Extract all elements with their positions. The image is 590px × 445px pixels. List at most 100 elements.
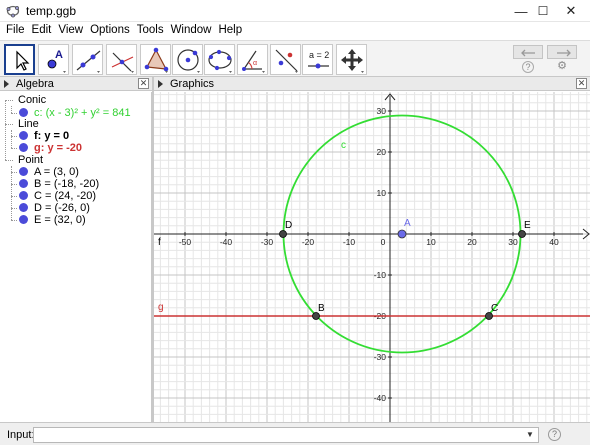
menu-options[interactable]: Options (87, 22, 134, 40)
graphics-view[interactable]: -50 -40 -30 -20 -10 0 10 20 30 40 302010-10-20-30… (154, 92, 590, 422)
algebra-view-title: Algebra (16, 78, 54, 90)
slider-tool-button[interactable]: a = 2 (302, 44, 333, 75)
menu-file[interactable]: File (3, 22, 29, 40)
menu-tools[interactable]: Tools (134, 22, 168, 40)
group-label-line[interactable]: Line (18, 118, 39, 130)
x-tick-label: -20 (302, 237, 315, 247)
perpendicular-line-tool-button[interactable] (106, 44, 137, 75)
visibility-toggle-g[interactable] (19, 143, 28, 152)
x-tick-label: 10 (426, 237, 436, 247)
window-title: temp.ggb (26, 4, 77, 18)
line-f-label: f (158, 237, 161, 248)
title-bar: temp.ggb — ☐ ✕ (0, 0, 590, 22)
angle-tool-button[interactable]: α (237, 44, 268, 75)
input-label: Input: (7, 429, 35, 441)
visibility-toggle-C[interactable] (19, 191, 28, 200)
conic-c-label: c (341, 140, 346, 151)
algebra-item-conic-c[interactable]: c: (x - 3)² + y² = 841 (34, 107, 131, 119)
toolbar: A α a = 2 ? ⚙ (0, 40, 590, 77)
y-tick-label: 10 (377, 188, 387, 198)
point-E-label: E (524, 220, 531, 231)
input-bar: Input: ▼ ? (0, 422, 590, 445)
angle-icon: α (242, 50, 265, 73)
y-tick-label: 20 (377, 147, 387, 157)
x-tick-label: -30 (261, 237, 274, 247)
line-icon (76, 50, 101, 73)
algebra-expand-triangle-icon[interactable] (4, 80, 9, 88)
algebra-view: Conic c: (x - 3)² + y² = 841 Line f: y =… (0, 92, 152, 422)
graphics-view-title: Graphics (170, 78, 215, 90)
point-A[interactable] (397, 229, 407, 239)
geogebra-app-icon (6, 5, 20, 18)
algebra-item-point-E[interactable]: E = (32, 0) (34, 214, 86, 226)
visibility-toggle-D[interactable] (19, 203, 28, 212)
algebra-item-point-B[interactable]: B = (-18, -20) (34, 178, 99, 190)
y-tick-label: 30 (377, 106, 387, 116)
y-tick-label: -40 (374, 393, 387, 403)
x-tick-label: 20 (467, 237, 477, 247)
menu-view[interactable]: View (55, 22, 87, 40)
algebra-item-line-g[interactable]: g: y = -20 (34, 142, 82, 154)
close-window-button[interactable]: ✕ (548, 0, 590, 22)
graphics-expand-triangle-icon[interactable] (158, 80, 163, 88)
line-tool-button[interactable] (72, 44, 103, 75)
algebra-item-point-C[interactable]: C = (24, -20) (34, 190, 96, 202)
help-icon[interactable]: ? (522, 61, 534, 73)
algebra-view-header: Algebra ✕ (0, 77, 152, 91)
algebra-item-point-A[interactable]: A = (3, 0) (34, 166, 79, 178)
settings-gear-icon[interactable]: ⚙ (556, 61, 568, 73)
point-B-label: B (318, 303, 325, 314)
input-history-dropdown-icon[interactable]: ▼ (526, 430, 534, 439)
graphics-close-icon[interactable]: ✕ (576, 78, 587, 89)
algebra-item-line-f[interactable]: f: y = 0 (34, 130, 69, 142)
point-D[interactable] (279, 230, 287, 238)
group-label-point[interactable]: Point (18, 154, 43, 166)
point-tool-button[interactable]: A (38, 44, 69, 75)
visibility-toggle-f[interactable] (19, 131, 28, 140)
slider-icon: a = 2 (308, 50, 329, 69)
cursor-arrow-icon (16, 50, 30, 71)
reflect-tool-button[interactable] (270, 44, 301, 75)
undo-icon (521, 49, 535, 57)
x-tick-label: 40 (549, 237, 559, 247)
move-tool-button[interactable] (4, 44, 35, 75)
algebra-close-icon[interactable]: ✕ (138, 78, 149, 89)
line-g-label: g (158, 302, 164, 313)
input-help-icon[interactable]: ? (548, 428, 561, 441)
visibility-toggle-E[interactable] (19, 215, 28, 224)
x-tick-label: 30 (508, 237, 518, 247)
point-C-label: C (491, 303, 498, 314)
input-field[interactable] (33, 427, 539, 443)
undo-button[interactable] (513, 45, 543, 59)
algebra-item-point-D[interactable]: D = (-26, 0) (34, 202, 90, 214)
slider-tool-text: a = 2 (309, 50, 329, 60)
point-E[interactable] (518, 230, 526, 238)
visibility-toggle-A[interactable] (19, 167, 28, 176)
y-tick-label: -10 (374, 270, 387, 280)
circle-center-icon (177, 49, 200, 73)
menu-window[interactable]: Window (168, 22, 216, 40)
menu-help[interactable]: Help (215, 22, 246, 40)
perpendicular-line-icon (111, 52, 134, 73)
svg-text:α: α (253, 60, 257, 67)
x-tick-label: -10 (343, 237, 356, 247)
redo-button[interactable] (547, 45, 577, 59)
conic-icon (208, 49, 232, 73)
circle-center-point-tool-button[interactable] (172, 44, 203, 75)
reflect-icon (275, 49, 298, 73)
x-tick-label: -50 (179, 237, 192, 247)
point-icon: A (47, 49, 66, 73)
polygon-tool-button[interactable] (140, 44, 171, 75)
move-graphics-view-tool-button[interactable] (336, 44, 367, 75)
visibility-toggle-c[interactable] (19, 108, 28, 117)
conic-tool-button[interactable] (204, 44, 235, 75)
menu-bar: File Edit View Options Tools Window Help (0, 22, 590, 40)
group-label-conic[interactable]: Conic (18, 94, 46, 106)
point-D-label: D (285, 220, 292, 231)
visibility-toggle-B[interactable] (19, 179, 28, 188)
y-tick-label: -30 (374, 352, 387, 362)
menu-edit[interactable]: Edit (29, 22, 56, 40)
svg-text:A: A (55, 49, 63, 61)
move-arrows-icon (341, 49, 364, 73)
x-tick-label: 0 (381, 237, 386, 247)
